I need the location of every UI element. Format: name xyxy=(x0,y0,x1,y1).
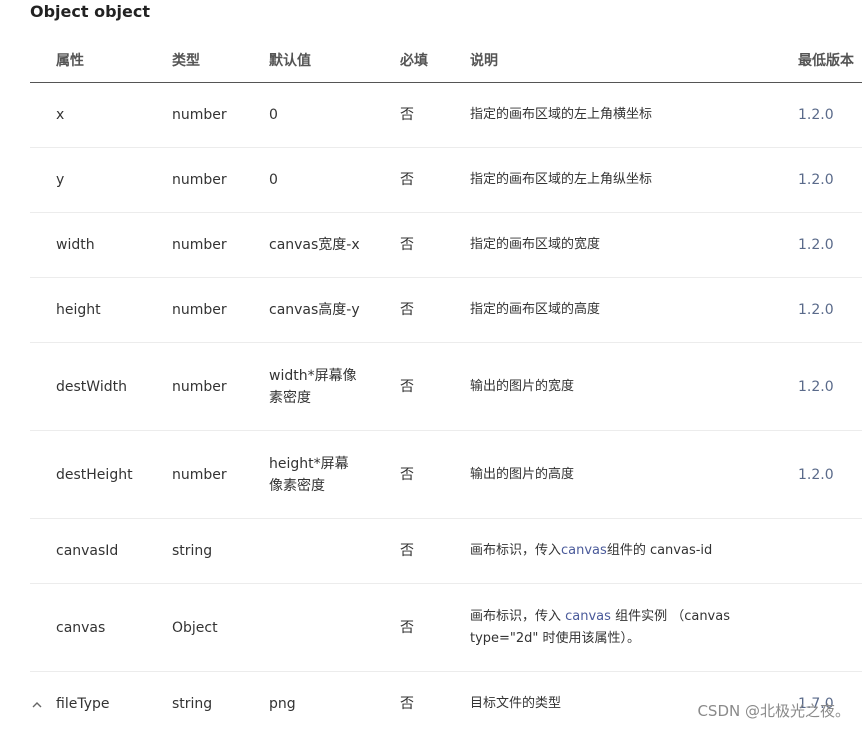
cell-type: Object xyxy=(172,619,218,636)
chevron-up-icon[interactable] xyxy=(32,672,42,736)
table-row: canvasId string 否 画布标识，传入 canvas 组件的 can… xyxy=(30,519,862,584)
cell-required: 否 xyxy=(400,543,414,559)
cell-type: string xyxy=(172,543,213,559)
cell-required: 否 xyxy=(400,172,414,188)
cell-description: 画布标识，传入 canvas 组件的 canvas-id xyxy=(470,519,780,583)
cell-description: 输出的图片的高度 xyxy=(470,466,575,482)
cell-default: 0 xyxy=(269,107,278,123)
cell-description: 画布标识，传入 canvas 组件实例 （canvas type="2d" 时使… xyxy=(470,584,780,671)
cell-default: canvas高度-y xyxy=(269,302,360,318)
header-min-version: 最低版本 xyxy=(798,53,854,69)
cell-attribute: canvas xyxy=(56,619,106,636)
cell-attribute: destWidth xyxy=(56,378,127,395)
table-row: y number 0 否 指定的画布区域的左上角纵坐标 1.2.0 xyxy=(30,148,862,213)
header-required: 必填 xyxy=(400,53,428,69)
table-row: x number 0 否 指定的画布区域的左上角横坐标 1.2.0 xyxy=(30,83,862,148)
cell-required: 否 xyxy=(400,619,414,636)
cell-min-version xyxy=(798,519,862,583)
cell-min-version xyxy=(798,584,862,671)
cell-description: 指定的画布区域的高度 xyxy=(470,302,601,317)
cell-required: 否 xyxy=(400,237,414,253)
cell-attribute: canvasId xyxy=(56,543,119,559)
cell-default-line: width*屏幕像 xyxy=(269,367,357,384)
cell-default: png xyxy=(269,696,296,712)
cell-description: 输出的图片的宽度 xyxy=(470,378,575,394)
cell-min-version: 1.2.0 xyxy=(798,107,834,123)
header-description: 说明 xyxy=(470,53,498,69)
cell-type: number xyxy=(172,107,227,123)
desc-line: type="2d" 时使用该属性）。 xyxy=(470,630,641,646)
cell-min-version: 1.2.0 xyxy=(798,237,834,253)
cell-default xyxy=(269,519,369,583)
page-title: Object object xyxy=(30,2,151,21)
cell-attribute: y xyxy=(56,172,65,188)
cell-default: 0 xyxy=(269,172,278,188)
cell-min-version: 1.2.0 xyxy=(798,466,834,483)
cell-type: string xyxy=(172,696,213,712)
cell-attribute: destHeight xyxy=(56,466,133,483)
desc-text: 画布标识，传入 xyxy=(470,543,562,558)
cell-default: canvas宽度-x xyxy=(269,237,360,253)
cell-required: 否 xyxy=(400,107,414,123)
cell-default: width*屏幕像 素密度 xyxy=(269,343,369,430)
cell-type: number xyxy=(172,466,227,483)
desc-text: 组件的 canvas-id xyxy=(606,543,713,558)
desc-text: 组件实例 （canvas xyxy=(610,608,730,624)
cell-type: number xyxy=(172,172,227,188)
cell-attribute: height xyxy=(56,302,101,318)
table-row: width number canvas宽度-x 否 指定的画布区域的宽度 1.2… xyxy=(30,213,862,278)
canvas-link[interactable]: canvas xyxy=(561,540,607,562)
cell-default-line: 素密度 xyxy=(269,389,311,406)
cell-type: number xyxy=(172,237,227,253)
cell-required: 否 xyxy=(400,466,414,483)
cell-attribute: x xyxy=(56,107,65,123)
cell-required: 否 xyxy=(400,378,414,395)
header-type: 类型 xyxy=(172,53,200,69)
cell-description: 指定的画布区域的左上角纵坐标 xyxy=(470,172,653,187)
table-header: 属性 类型 默认值 必填 说明 最低版本 xyxy=(30,40,862,83)
cell-description: 指定的画布区域的左上角横坐标 xyxy=(470,107,653,122)
cell-min-version: 1.2.0 xyxy=(798,172,834,188)
cell-required: 否 xyxy=(400,302,414,318)
cell-type: number xyxy=(172,302,227,318)
table-row: height number canvas高度-y 否 指定的画布区域的高度 1.… xyxy=(30,278,862,343)
desc-line: 画布标识，传入 canvas 组件实例 （canvas xyxy=(470,606,730,628)
table-row: destWidth number width*屏幕像 素密度 否 输出的图片的宽… xyxy=(30,343,862,431)
cell-default: height*屏幕 像素密度 xyxy=(269,431,369,518)
cell-attribute: fileType xyxy=(56,696,110,712)
cell-type: number xyxy=(172,378,227,395)
header-attribute: 属性 xyxy=(56,53,84,69)
cell-min-version: 1.2.0 xyxy=(798,302,834,318)
cell-default-line: 像素密度 xyxy=(269,477,325,494)
cell-description: 指定的画布区域的宽度 xyxy=(470,237,601,252)
cell-default xyxy=(269,584,369,671)
desc-text: 画布标识，传入 xyxy=(470,608,566,624)
canvas-link[interactable]: canvas xyxy=(565,609,611,624)
watermark: CSDN @北极光之夜。 xyxy=(697,702,850,720)
table-row: destHeight number height*屏幕 像素密度 否 输出的图片… xyxy=(30,431,862,519)
cell-attribute: width xyxy=(56,237,95,253)
header-default: 默认值 xyxy=(269,53,311,69)
cell-required: 否 xyxy=(400,696,414,712)
cell-min-version: 1.2.0 xyxy=(798,378,834,395)
cell-default-line: height*屏幕 xyxy=(269,455,349,472)
properties-table: 属性 类型 默认值 必填 说明 最低版本 x number 0 否 指定的画布区… xyxy=(30,40,862,736)
table-row: canvas Object 否 画布标识，传入 canvas 组件实例 （can… xyxy=(30,584,862,672)
